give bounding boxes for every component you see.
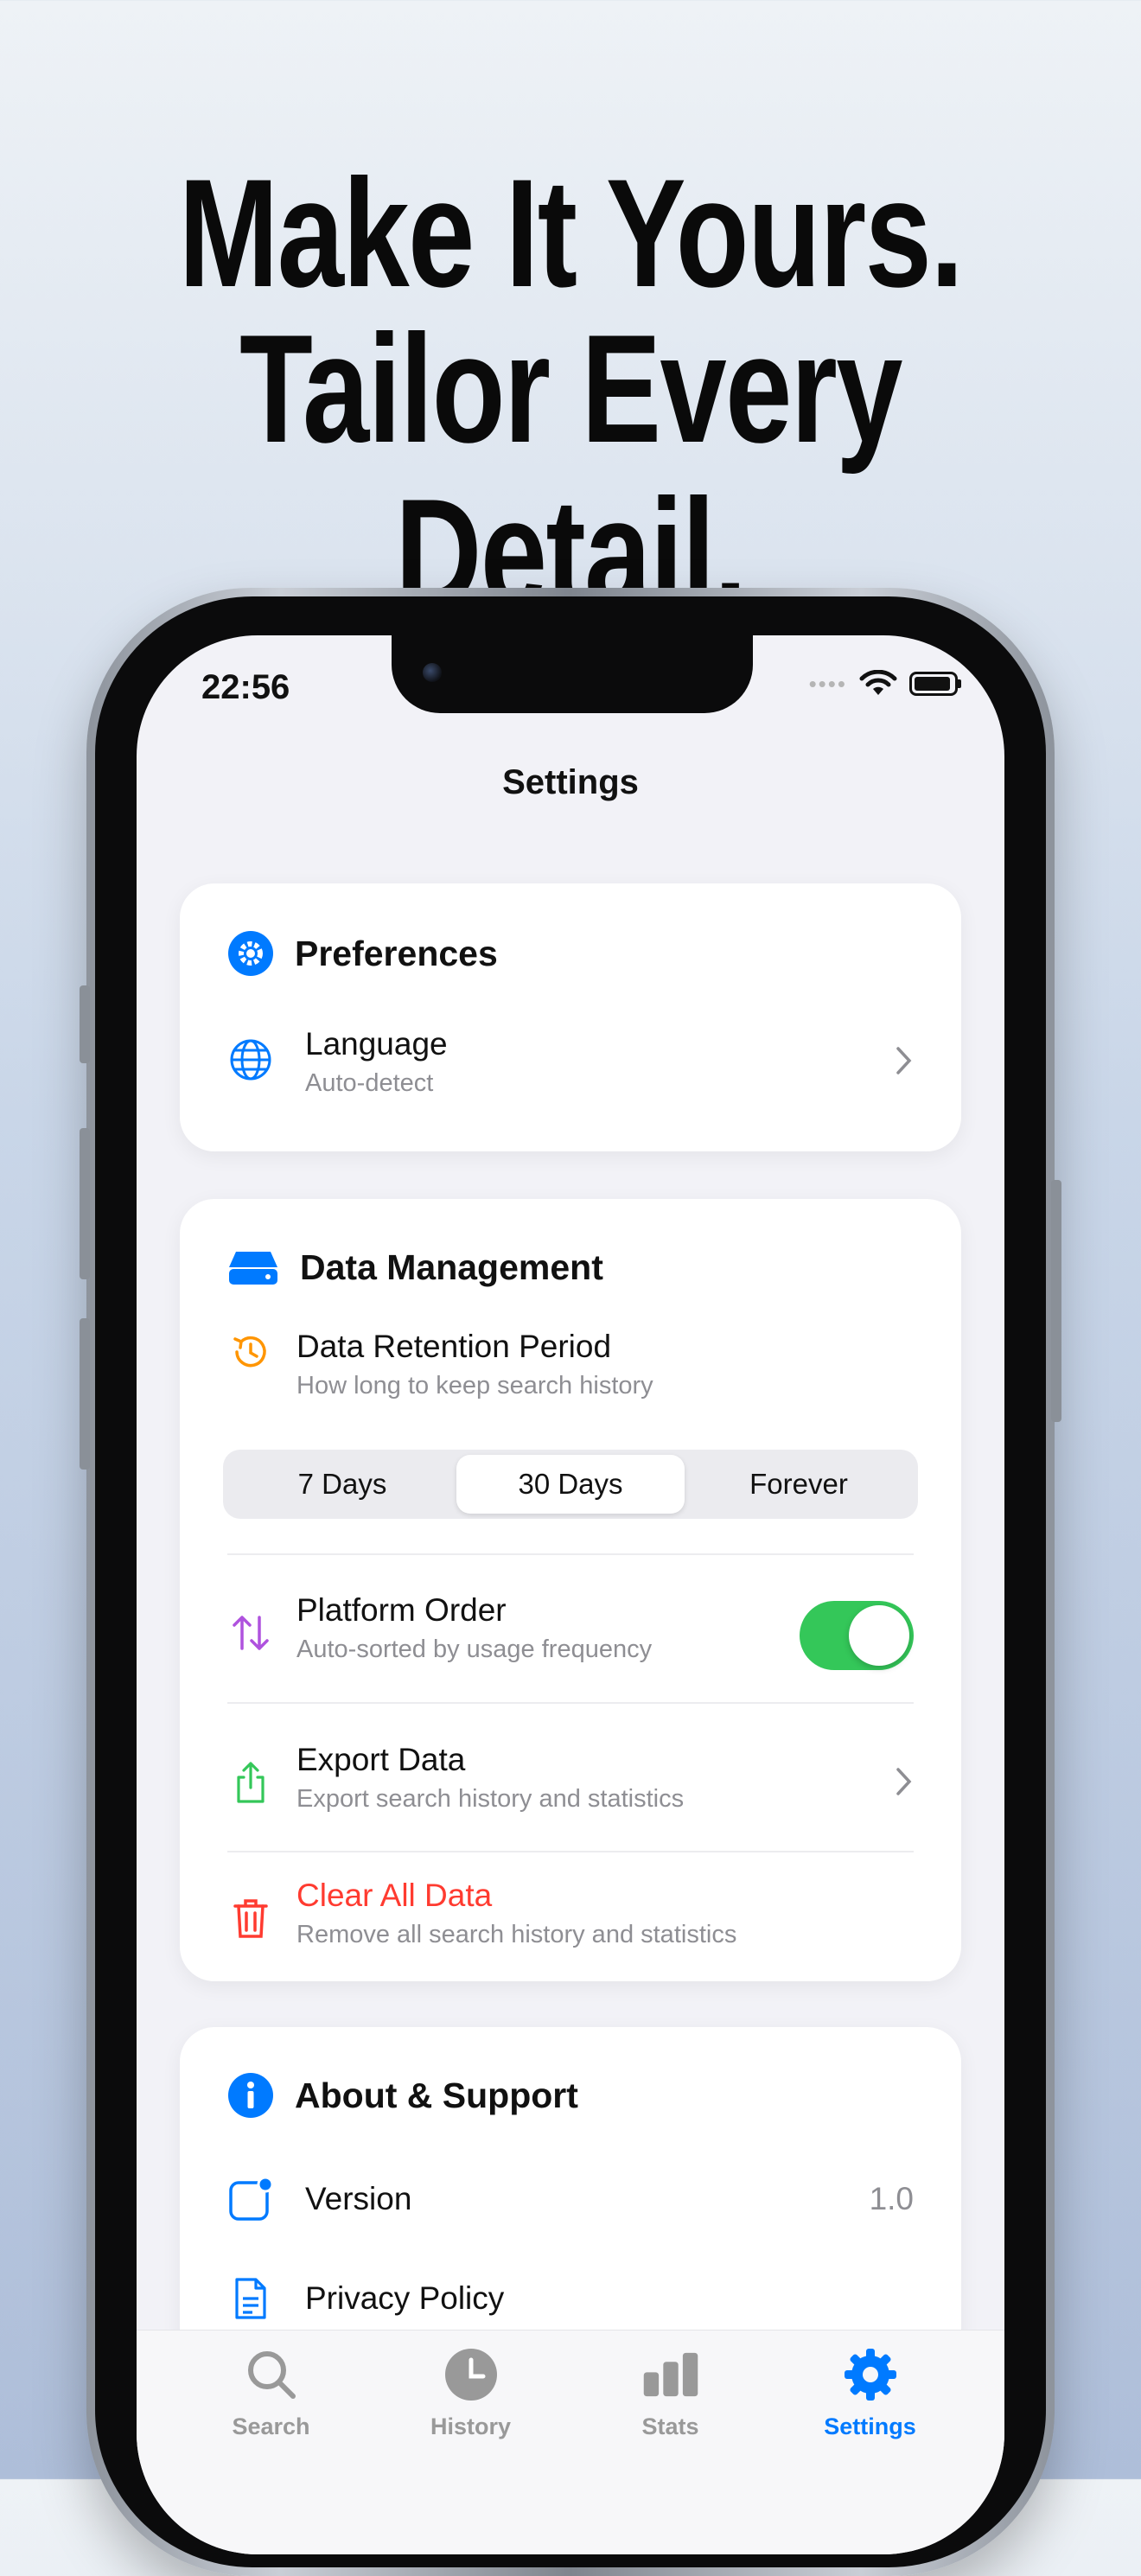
- phone-screen: 22:56 •••• Settings Preferences Language…: [137, 635, 1004, 2554]
- retention-subtitle: How long to keep search history: [296, 1372, 653, 1400]
- status-icons: ••••: [809, 670, 961, 698]
- data-management-card: Data Management Data Retention Period Ho…: [180, 1199, 961, 1981]
- data-management-header: Data Management: [227, 1244, 603, 1291]
- gear-icon: [842, 2346, 899, 2403]
- notch: [392, 635, 753, 713]
- tab-bar: Search History Stats Settings: [137, 2330, 1004, 2554]
- divider: [227, 1553, 914, 1555]
- trash-icon: [227, 1895, 274, 1942]
- info-circle-icon: [227, 2072, 274, 2119]
- tab-settings-label: Settings: [824, 2413, 916, 2439]
- about-header: About & Support: [227, 2072, 578, 2119]
- clock-history-icon: [227, 1329, 274, 1375]
- retention-segmented-control[interactable]: 7 Days 30 Days Forever: [223, 1450, 918, 1519]
- version-label: Version: [305, 2181, 412, 2216]
- headline-line-2: Tailor Every Detail.: [239, 303, 902, 639]
- gear-circle-icon: [227, 930, 274, 977]
- clear-all-data-subtitle: Remove all search history and statistics: [296, 1921, 737, 1948]
- export-data-row[interactable]: Export Data Export search history and st…: [227, 1716, 914, 1846]
- data-management-title: Data Management: [300, 1247, 603, 1287]
- clear-all-data-row[interactable]: Clear All Data Remove all search history…: [227, 1865, 914, 1968]
- export-data-label: Export Data: [296, 1742, 466, 1777]
- battery-icon: [909, 672, 958, 696]
- preferences-header: Preferences: [227, 930, 498, 977]
- tab-search-label: Search: [232, 2413, 310, 2439]
- retention-label: Data Retention Period: [296, 1329, 612, 1364]
- clock-icon: [443, 2346, 500, 2403]
- tab-history-label: History: [430, 2413, 512, 2439]
- privacy-policy-row[interactable]: Privacy Policy: [227, 2265, 914, 2334]
- magnifier-icon: [243, 2346, 300, 2403]
- document-icon: [227, 2275, 274, 2322]
- platform-order-row: Platform Order Auto-sorted by usage freq…: [227, 1566, 914, 1696]
- preferences-card: Preferences Language Auto-detect: [180, 883, 961, 1151]
- version-row: Version 1.0: [227, 2165, 914, 2235]
- segment-forever[interactable]: Forever: [685, 1455, 913, 1514]
- language-value: Auto-detect: [305, 1069, 434, 1097]
- language-row[interactable]: Language Auto-detect: [227, 1026, 914, 1097]
- toggle-knob: [849, 1605, 909, 1666]
- tab-stats[interactable]: Stats: [570, 2331, 770, 2554]
- tab-settings[interactable]: Settings: [770, 2331, 970, 2554]
- platform-order-toggle[interactable]: [800, 1601, 914, 1670]
- power-button: [1051, 1180, 1061, 1422]
- platform-order-subtitle: Auto-sorted by usage frequency: [296, 1636, 653, 1663]
- language-label: Language: [305, 1026, 448, 1062]
- tab-history[interactable]: History: [371, 2331, 570, 2554]
- chevron-right-icon: [896, 1768, 912, 1795]
- divider: [227, 1851, 914, 1852]
- chevron-right-icon: [896, 1047, 912, 1074]
- volume-up-button: [80, 1128, 90, 1279]
- tab-search[interactable]: Search: [171, 2331, 371, 2554]
- privacy-policy-label: Privacy Policy: [305, 2280, 505, 2316]
- wifi-icon: [859, 670, 897, 695]
- preferences-title: Preferences: [295, 933, 498, 973]
- bar-chart-icon: [642, 2346, 699, 2403]
- export-data-subtitle: Export search history and statistics: [296, 1785, 685, 1813]
- segment-7-days[interactable]: 7 Days: [228, 1455, 456, 1514]
- page-title: Settings: [502, 763, 639, 801]
- signal-dots-icon: ••••: [808, 670, 847, 697]
- status-time: 22:56: [201, 668, 290, 706]
- retention-row: Data Retention Period How long to keep s…: [227, 1329, 914, 1400]
- globe-icon: [227, 1036, 274, 1083]
- platform-order-label: Platform Order: [296, 1592, 507, 1628]
- mute-switch: [80, 985, 90, 1063]
- headline-line-1: Make It Yours.: [178, 147, 964, 319]
- clear-all-data-label: Clear All Data: [296, 1878, 493, 1913]
- version-value: 1.0: [869, 2181, 914, 2216]
- drive-icon: [227, 1244, 279, 1291]
- arrows-up-down-icon: [227, 1610, 274, 1656]
- divider: [227, 1702, 914, 1704]
- share-icon: [227, 1759, 274, 1806]
- segment-30-days[interactable]: 30 Days: [456, 1455, 685, 1514]
- app-badge-icon: [227, 2176, 274, 2222]
- about-title: About & Support: [295, 2075, 578, 2115]
- tab-stats-label: Stats: [641, 2413, 699, 2439]
- volume-down-button: [80, 1318, 90, 1470]
